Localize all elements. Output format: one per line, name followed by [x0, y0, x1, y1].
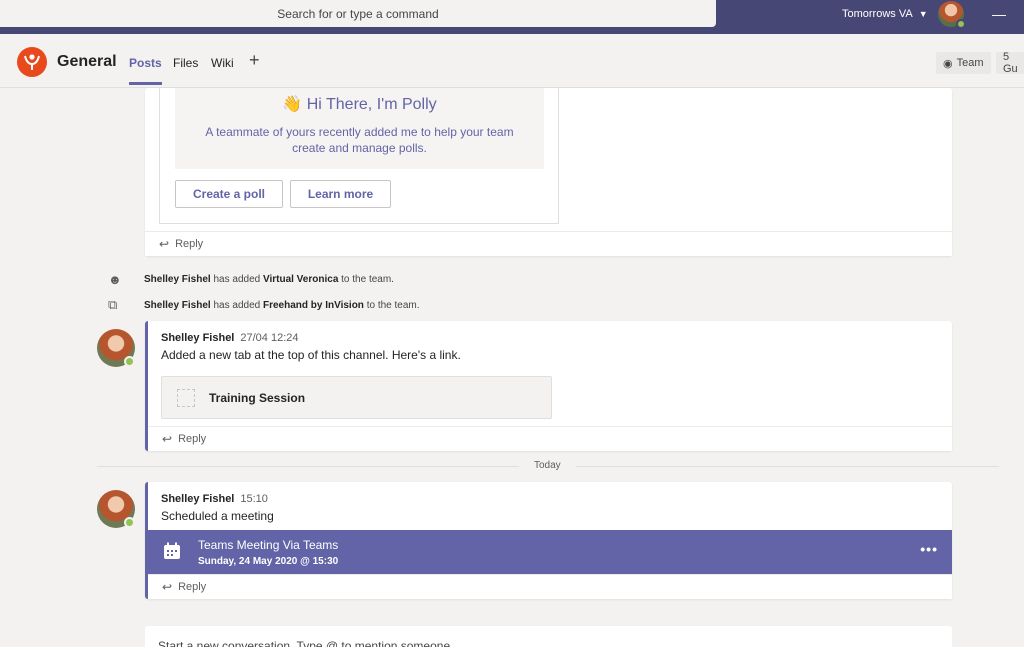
reply-button[interactable]: ↩ Reply — [148, 426, 952, 451]
polly-title: 👋 Hi There, I'm Polly — [175, 94, 544, 114]
polly-message-card: 👋 Hi There, I'm Polly A teammate of your… — [145, 88, 952, 256]
minimize-button[interactable]: — — [992, 6, 1006, 22]
reply-label: Reply — [175, 238, 204, 250]
message-header: Shelley Fishel 27/04 12:24 — [161, 332, 299, 344]
system-suffix: to the team. — [338, 274, 394, 285]
presence-available-icon — [956, 19, 966, 29]
learn-more-button[interactable]: Learn more — [290, 180, 391, 208]
eye-icon: ◉ — [943, 57, 953, 70]
author-name[interactable]: Shelley Fishel — [161, 493, 234, 505]
system-actor[interactable]: Shelley Fishel — [144, 300, 211, 311]
guests-button-label: 5 Gu — [1003, 51, 1018, 75]
team-logo-icon — [17, 47, 47, 77]
presence-available-icon — [124, 356, 135, 367]
system-message: ⧉ Shelley Fishel has added Freehand by I… — [108, 297, 420, 313]
system-actor[interactable]: Shelley Fishel — [144, 274, 211, 285]
polly-welcome-card: 👋 Hi There, I'm Polly A teammate of your… — [159, 88, 559, 224]
reply-label: Reply — [178, 581, 207, 593]
message-card: Shelley Fishel 27/04 12:24 Added a new ta… — [145, 321, 952, 451]
polly-description: A teammate of yours recently added me to… — [205, 125, 514, 155]
create-poll-button[interactable]: Create a poll — [175, 180, 283, 208]
add-person-icon: ☻ — [108, 272, 122, 287]
reply-arrow-icon: ↩ — [162, 580, 173, 594]
avatar[interactable] — [97, 490, 135, 528]
meeting-date: Sunday, 24 May 2020 @ 15:30 — [198, 556, 339, 567]
polly-banner: 👋 Hi There, I'm Polly A teammate of your… — [175, 88, 544, 169]
team-button-label: Team — [956, 57, 984, 69]
reply-arrow-icon: ↩ — [162, 432, 173, 446]
system-suffix: to the team. — [363, 299, 420, 311]
channel-header: General Posts Files Wiki + ◉ Team 5 Gu — [0, 35, 1024, 88]
message-card: Shelley Fishel 15:10 Scheduled a meeting … — [145, 482, 952, 599]
tab-placeholder-icon — [177, 388, 195, 407]
tenant-name: Tomorrows VA — [842, 8, 913, 20]
timestamp: 15:10 — [240, 493, 268, 505]
tenant-switcher[interactable]: Tomorrows VA ▼ — [842, 8, 928, 20]
chevron-down-icon: ▼ — [918, 9, 928, 19]
message-text: Added a new tab at the top of this chann… — [161, 348, 461, 362]
reply-label: Reply — [178, 433, 207, 445]
tab-wiki[interactable]: Wiki — [211, 56, 234, 70]
timestamp: 27/04 12:24 — [240, 332, 299, 344]
meeting-title: Teams Meeting Via Teams — [198, 538, 339, 552]
new-conversation-input[interactable]: Start a new conversation. Type @ to ment… — [145, 626, 952, 647]
tab-link-title: Training Session — [209, 390, 306, 405]
user-avatar[interactable] — [938, 1, 966, 29]
system-action: has added — [210, 274, 263, 285]
add-tab-button[interactable]: + — [249, 50, 260, 71]
presence-available-icon — [124, 517, 135, 528]
polly-title-text: Hi There, I'm Polly — [306, 96, 437, 113]
app-icon: ⧉ — [108, 297, 118, 312]
channel-title: General — [57, 53, 117, 70]
avatar[interactable] — [97, 329, 135, 367]
more-options-button[interactable]: ••• — [920, 541, 938, 557]
meeting-card[interactable]: Teams Meeting Via Teams Sunday, 24 May 2… — [145, 530, 952, 575]
date-divider-label: Today — [519, 460, 576, 471]
reply-arrow-icon: ↩ — [159, 237, 170, 251]
system-action: has added — [210, 299, 263, 311]
search-input[interactable]: Search for or type a command — [0, 0, 716, 27]
system-target[interactable]: Freehand by InVision — [263, 300, 364, 311]
system-target[interactable]: Virtual Veronica — [263, 274, 338, 285]
tab-files[interactable]: Files — [173, 56, 198, 70]
message-header: Shelley Fishel 15:10 — [161, 493, 268, 505]
message-text: Scheduled a meeting — [161, 509, 274, 523]
reply-button[interactable]: ↩ Reply — [148, 574, 952, 599]
tab-link-card[interactable]: Training Session — [161, 376, 552, 419]
waving-hand-icon: 👋 — [282, 96, 303, 113]
tab-posts[interactable]: Posts — [129, 56, 162, 85]
guests-button[interactable]: 5 Gu — [996, 51, 1024, 75]
author-name[interactable]: Shelley Fishel — [161, 332, 234, 344]
calendar-icon — [164, 542, 180, 559]
title-bar: Search for or type a command Tomorrows V… — [0, 0, 1024, 34]
reply-button[interactable]: ↩ Reply — [145, 231, 952, 256]
team-button[interactable]: ◉ Team — [936, 52, 991, 74]
system-message: ☻ Shelley Fishel has added Virtual Veron… — [108, 272, 394, 287]
